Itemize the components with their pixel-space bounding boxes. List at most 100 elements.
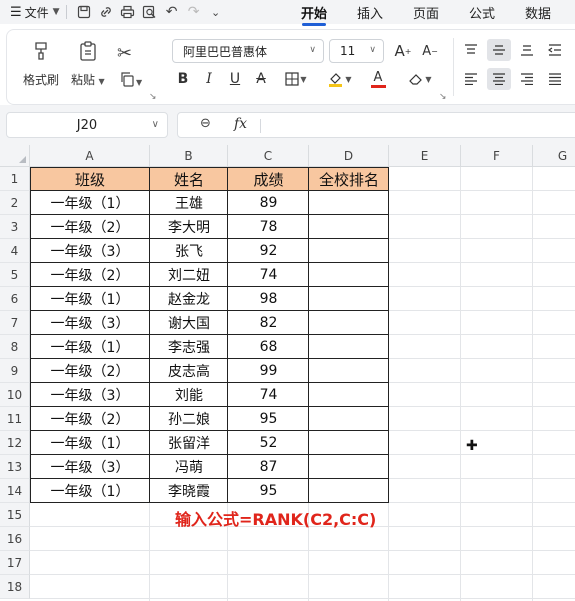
copy-button[interactable]: ▼: [119, 70, 142, 94]
fx-icon[interactable]: fx: [234, 116, 247, 132]
select-all-corner[interactable]: [0, 145, 30, 167]
cell-b7[interactable]: 谢大国: [150, 311, 228, 335]
column-header-d[interactable]: D: [309, 145, 389, 167]
row-header-15[interactable]: 15: [0, 503, 30, 527]
cell-c13[interactable]: 87: [228, 455, 309, 479]
cell-c12[interactable]: 52: [228, 431, 309, 455]
cell-b10[interactable]: 刘能: [150, 383, 228, 407]
row-header-9[interactable]: 9: [0, 359, 30, 383]
align-top-icon[interactable]: [459, 39, 483, 61]
cell-c3[interactable]: 78: [228, 215, 309, 239]
cell-a11[interactable]: 一年级（2）: [30, 407, 150, 431]
tab-page[interactable]: 页面: [413, 3, 439, 22]
column-header-b[interactable]: B: [150, 145, 228, 167]
header-cell-b1[interactable]: 姓名: [150, 167, 228, 191]
row-header-18[interactable]: 18: [0, 575, 30, 599]
row-header-3[interactable]: 3: [0, 215, 30, 239]
print-preview-icon[interactable]: [139, 1, 161, 23]
row-header-5[interactable]: 5: [0, 263, 30, 287]
cell-b4[interactable]: 张飞: [150, 239, 228, 263]
cell-a3[interactable]: 一年级（2）: [30, 215, 150, 239]
cut-button[interactable]: ✂: [117, 42, 132, 66]
cell-d13[interactable]: [309, 455, 389, 479]
font-size-select[interactable]: 11 ∨: [329, 39, 384, 63]
cell-d5[interactable]: [309, 263, 389, 287]
name-box[interactable]: J20 ∨: [6, 112, 168, 138]
cell-c11[interactable]: 95: [228, 407, 309, 431]
cell-c14[interactable]: 95: [228, 479, 309, 503]
cell-a9[interactable]: 一年级（2）: [30, 359, 150, 383]
eraser-icon[interactable]: ▼: [405, 69, 435, 89]
font-dialog-launcher-icon[interactable]: ↘: [439, 92, 447, 102]
decrease-font-size-icon[interactable]: A −: [420, 41, 440, 61]
header-cell-c1[interactable]: 成绩: [228, 167, 309, 191]
borders-icon[interactable]: ▼: [281, 69, 311, 89]
cell-c6[interactable]: 98: [228, 287, 309, 311]
quick-access-more-icon[interactable]: ⌄: [205, 1, 227, 23]
decrease-indent-icon[interactable]: [543, 39, 567, 61]
cell-a4[interactable]: 一年级（3）: [30, 239, 150, 263]
share-icon[interactable]: [95, 1, 117, 23]
cell-b6[interactable]: 赵金龙: [150, 287, 228, 311]
strikethrough-icon[interactable]: A: [251, 69, 271, 89]
cell-b13[interactable]: 冯萌: [150, 455, 228, 479]
cell-b14[interactable]: 李晓霞: [150, 479, 228, 503]
cell-d8[interactable]: [309, 335, 389, 359]
print-icon[interactable]: [117, 1, 139, 23]
cell-a7[interactable]: 一年级（3）: [30, 311, 150, 335]
save-icon[interactable]: [73, 1, 95, 23]
spreadsheet-grid[interactable]: A B C D E F G 1 2 3 4 5 6 7 8 9 10 11 12 13 14 15 16 17 18 班级 姓名 成绩…: [0, 145, 575, 601]
cell-c5[interactable]: 74: [228, 263, 309, 287]
clipboard-dialog-launcher-icon[interactable]: ↘: [149, 92, 157, 102]
row-header-17[interactable]: 17: [0, 551, 30, 575]
tab-formula[interactable]: 公式: [469, 3, 495, 22]
cell-c4[interactable]: 92: [228, 239, 309, 263]
align-center-icon[interactable]: [487, 68, 511, 90]
bold-icon[interactable]: B: [173, 69, 193, 89]
cell-b2[interactable]: 王雄: [150, 191, 228, 215]
row-header-14[interactable]: 14: [0, 479, 30, 503]
row-header-1[interactable]: 1: [0, 167, 30, 191]
cell-d11[interactable]: [309, 407, 389, 431]
row-header-10[interactable]: 10: [0, 383, 30, 407]
cell-b5[interactable]: 刘二妞: [150, 263, 228, 287]
font-color-icon[interactable]: A: [363, 69, 393, 89]
tab-data[interactable]: 数据: [525, 3, 551, 22]
header-cell-a1[interactable]: 班级: [30, 167, 150, 191]
cell-d2[interactable]: [309, 191, 389, 215]
row-header-6[interactable]: 6: [0, 287, 30, 311]
cell-d9[interactable]: [309, 359, 389, 383]
redo-icon[interactable]: ↷: [183, 1, 205, 23]
cell-a12[interactable]: 一年级（1）: [30, 431, 150, 455]
cell-a10[interactable]: 一年级（3）: [30, 383, 150, 407]
cell-d6[interactable]: [309, 287, 389, 311]
paste-button[interactable]: 粘贴 ▼: [71, 40, 105, 88]
row-header-13[interactable]: 13: [0, 455, 30, 479]
underline-icon[interactable]: U: [225, 69, 245, 89]
cell-d4[interactable]: [309, 239, 389, 263]
column-header-c[interactable]: C: [228, 145, 309, 167]
cell-b11[interactable]: 孙二娘: [150, 407, 228, 431]
align-bottom-icon[interactable]: [515, 39, 539, 61]
row-header-8[interactable]: 8: [0, 335, 30, 359]
header-cell-d1[interactable]: 全校排名: [309, 167, 389, 191]
row-header-12[interactable]: 12: [0, 431, 30, 455]
cell-d14[interactable]: [309, 479, 389, 503]
cell-c8[interactable]: 68: [228, 335, 309, 359]
cell-b3[interactable]: 李大明: [150, 215, 228, 239]
justify-icon[interactable]: [543, 68, 567, 90]
column-header-e[interactable]: E: [389, 145, 461, 167]
cell-c9[interactable]: 99: [228, 359, 309, 383]
italic-icon[interactable]: I: [199, 69, 219, 89]
font-name-select[interactable]: 阿里巴巴普惠体 ∨: [172, 39, 324, 63]
undo-icon[interactable]: ↶: [161, 1, 183, 23]
cell-a8[interactable]: 一年级（1）: [30, 335, 150, 359]
cell-d12[interactable]: [309, 431, 389, 455]
cell-b8[interactable]: 李志强: [150, 335, 228, 359]
cell-a2[interactable]: 一年级（1）: [30, 191, 150, 215]
cell-d3[interactable]: [309, 215, 389, 239]
cell-c2[interactable]: 89: [228, 191, 309, 215]
column-header-a[interactable]: A: [30, 145, 150, 167]
format-painter-button[interactable]: 格式刷: [23, 40, 59, 88]
cell-a6[interactable]: 一年级（1）: [30, 287, 150, 311]
